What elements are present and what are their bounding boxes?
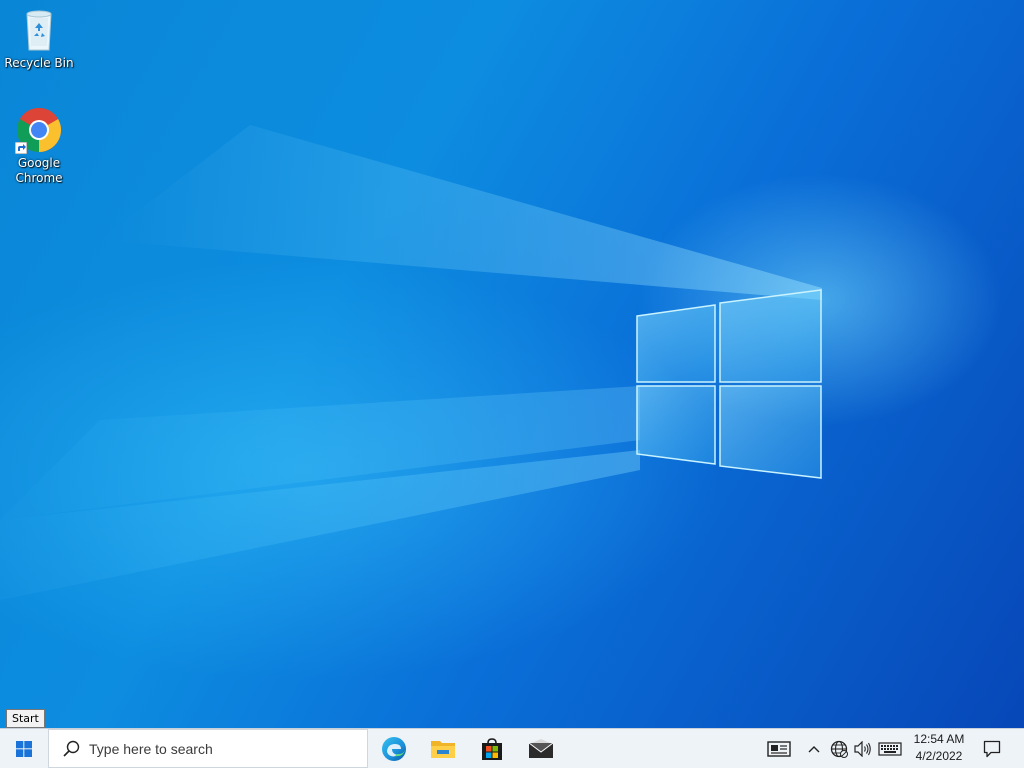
action-center-icon — [983, 740, 1001, 757]
desktop-icon-google-chrome[interactable]: Google Chrome — [1, 106, 77, 186]
file-explorer-icon — [431, 740, 455, 758]
desktop-icon-label: Recycle Bin — [4, 56, 74, 70]
show-hidden-icons-button[interactable] — [804, 729, 824, 768]
taskbar-search-box[interactable]: Type here to search — [48, 729, 368, 768]
news-and-interests-icon — [767, 740, 791, 757]
microsoft-store-icon — [482, 737, 502, 760]
touch-keyboard-button[interactable] — [876, 729, 904, 768]
chevron-up-icon — [808, 745, 820, 752]
news-and-interests-button[interactable] — [764, 729, 794, 768]
start-tooltip: Start — [6, 709, 45, 728]
search-icon — [63, 740, 80, 757]
chrome-icon — [15, 106, 63, 154]
start-button[interactable] — [0, 729, 48, 768]
action-center-button[interactable] — [978, 729, 1006, 768]
taskbar-app-microsoft-store[interactable] — [468, 729, 516, 768]
desktop-icon-recycle-bin[interactable]: Recycle Bin — [1, 6, 77, 71]
mail-icon — [528, 738, 554, 758]
windows-start-icon — [16, 740, 32, 757]
taskbar-app-edge[interactable] — [370, 729, 418, 768]
shortcut-arrow-icon — [15, 142, 27, 154]
search-placeholder: Type here to search — [89, 740, 213, 757]
network-button[interactable] — [828, 729, 850, 768]
touch-keyboard-icon — [878, 741, 902, 756]
clock-date: 4/2/2022 — [915, 749, 963, 763]
volume-button[interactable] — [852, 729, 874, 768]
windows-logo-wallpaper — [636, 289, 822, 479]
clock-time: 12:54 AM — [913, 732, 965, 746]
taskbar-app-mail[interactable] — [517, 729, 565, 768]
desktop-icon-label: Google Chrome — [15, 156, 63, 185]
taskbar: Type here to search 12:54 AM 4/2/2022 — [0, 728, 1024, 768]
taskbar-app-file-explorer[interactable] — [419, 729, 467, 768]
desktop[interactable]: Recycle Bin Google Chrome Start — [0, 0, 1024, 728]
network-icon — [830, 740, 848, 758]
taskbar-clock[interactable]: 12:54 AM 4/2/2022 — [906, 731, 972, 767]
edge-icon — [382, 736, 406, 761]
recycle-bin-icon — [15, 6, 63, 54]
volume-icon — [854, 740, 871, 757]
